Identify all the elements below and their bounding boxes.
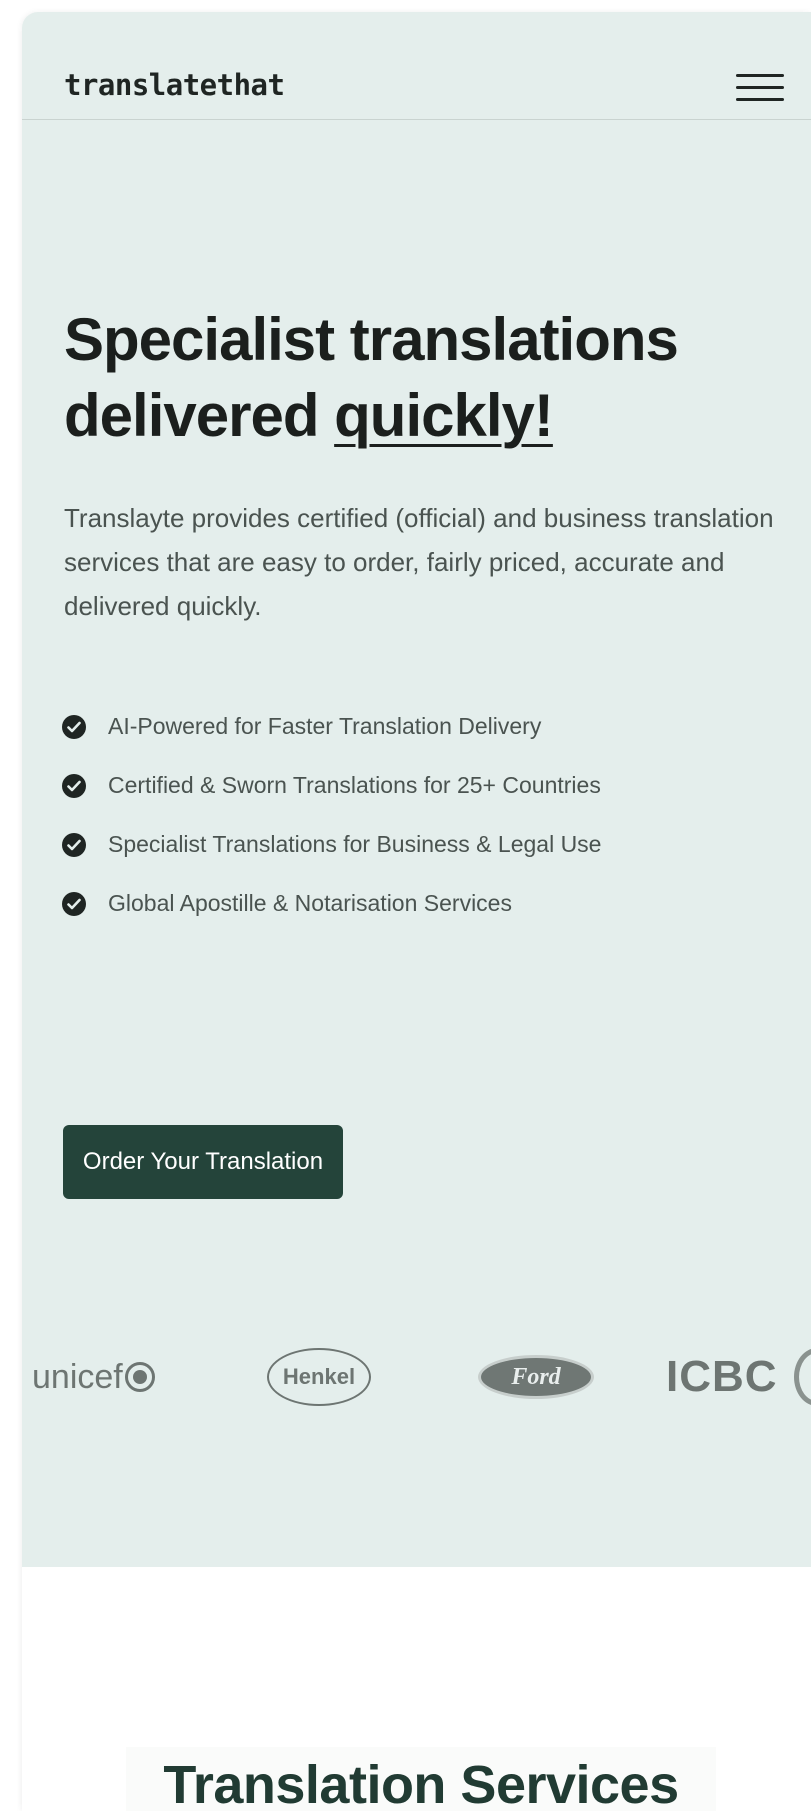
hero-intro: Translayte provides certified (official)… bbox=[64, 503, 774, 621]
hero-headline: Specialist translations delivered quickl… bbox=[64, 302, 784, 454]
site-header: translatethat bbox=[22, 12, 811, 120]
check-circle-icon bbox=[62, 891, 86, 916]
feature-item: AI-Powered for Faster Translation Delive… bbox=[62, 708, 622, 745]
icbc-logo-text: ICBC bbox=[666, 1352, 778, 1401]
henkel-logo: Henkel bbox=[267, 1332, 371, 1422]
check-circle-icon bbox=[62, 773, 86, 798]
client-logos-strip: unicef Henkel Ford ICBC bbox=[22, 1332, 811, 1422]
feature-text: Specialist Translations for Business & L… bbox=[108, 831, 602, 857]
ford-logo-text: Ford bbox=[478, 1355, 594, 1399]
check-circle-icon bbox=[62, 832, 86, 857]
site-logo[interactable]: translatethat bbox=[64, 68, 285, 102]
unicef-logo-text: unicef bbox=[32, 1357, 123, 1396]
unicef-logo: unicef bbox=[32, 1332, 155, 1422]
globe-icon bbox=[124, 1362, 155, 1392]
icbc-ring-icon bbox=[793, 1348, 811, 1406]
hero-headline-accent: quickly! bbox=[334, 382, 554, 449]
menu-bar bbox=[736, 98, 784, 101]
feature-list: AI-Powered for Faster Translation Delive… bbox=[62, 708, 622, 944]
services-section-title: Translation Services bbox=[126, 1747, 716, 1811]
feature-text: AI-Powered for Faster Translation Delive… bbox=[108, 713, 542, 739]
check-circle-icon bbox=[62, 714, 86, 739]
menu-bar bbox=[736, 86, 784, 89]
hamburger-menu-icon[interactable] bbox=[734, 70, 786, 106]
feature-item: Global Apostille & Notarisation Services bbox=[62, 885, 622, 922]
feature-text: Certified & Sworn Translations for 25+ C… bbox=[108, 772, 601, 798]
menu-bar bbox=[736, 74, 784, 77]
feature-text: Global Apostille & Notarisation Services bbox=[108, 890, 512, 916]
feature-item: Specialist Translations for Business & L… bbox=[62, 826, 622, 863]
order-translation-button[interactable]: Order Your Translation bbox=[63, 1125, 343, 1199]
henkel-logo-text: Henkel bbox=[267, 1348, 371, 1406]
ford-logo: Ford bbox=[478, 1332, 594, 1422]
page-frame: translatethat Specialist translations de… bbox=[22, 12, 811, 1811]
feature-item: Certified & Sworn Translations for 25+ C… bbox=[62, 767, 622, 804]
icbc-logo: ICBC bbox=[666, 1332, 811, 1422]
